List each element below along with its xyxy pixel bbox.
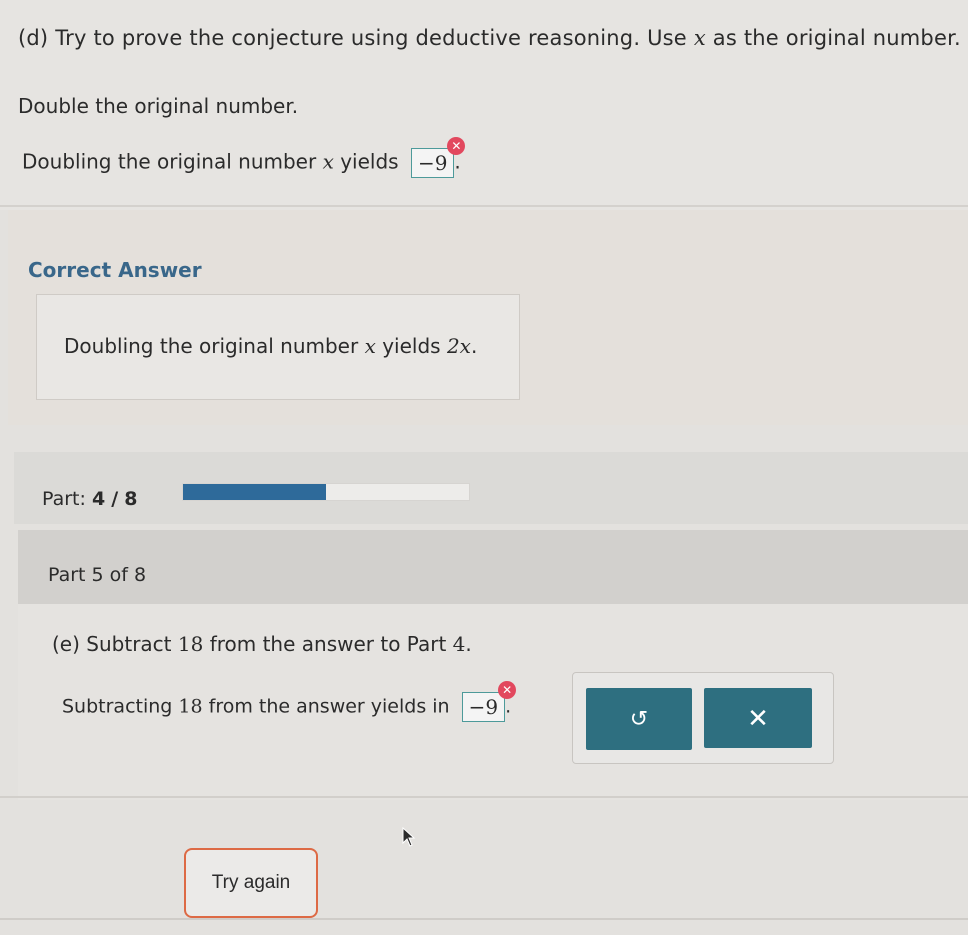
part-d-label: (d) — [18, 26, 49, 50]
divider — [0, 918, 968, 920]
divider — [0, 796, 968, 798]
undo-button[interactable]: ↺ — [586, 688, 692, 750]
error-icon: ✕ — [498, 681, 517, 699]
part-e-answer-input[interactable]: −9 ✕ — [461, 681, 517, 722]
progress-bar-fill — [183, 484, 326, 500]
correct-answer-text: Doubling the original number x yields 2x… — [64, 334, 478, 358]
part-d-answer-line: Doubling the original number x yields −9… — [22, 137, 466, 178]
correct-answer-title: Correct Answer — [28, 258, 202, 282]
part-d-question: (d) Try to prove the conjecture using de… — [18, 26, 961, 50]
part-progress-label: Part: 4 / 8 — [42, 488, 138, 510]
progress-bar — [182, 483, 470, 501]
progress-band — [14, 452, 968, 524]
part-d-instruction: Double the original number. — [18, 94, 299, 118]
part-e-answer-line: Subtracting 18 from the answer yields in… — [62, 681, 517, 722]
part-header — [18, 530, 968, 604]
try-again-button[interactable]: Try again — [184, 848, 318, 918]
part-header-title: Part 5 of 8 — [48, 564, 147, 586]
part-e-question: (e) Subtract 18 from the answer to Part … — [52, 632, 472, 656]
clear-button[interactable]: ✕ — [704, 688, 812, 748]
part-d-answer-input[interactable]: −9 ✕ — [410, 137, 466, 178]
divider — [0, 205, 968, 207]
mouse-cursor-icon — [402, 826, 416, 847]
